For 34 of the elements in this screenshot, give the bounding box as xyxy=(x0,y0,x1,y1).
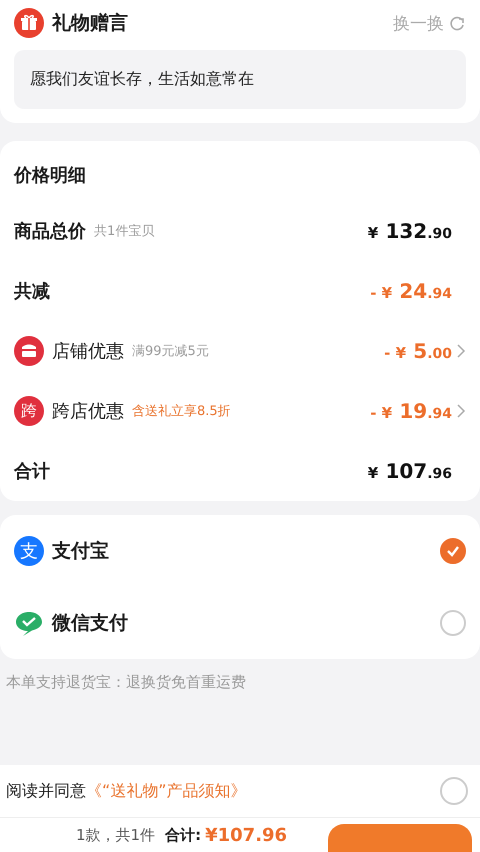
alipay-badge: 支 xyxy=(14,536,44,566)
row-label: 共减 xyxy=(14,280,50,303)
radio-button[interactable] xyxy=(440,538,466,564)
refresh-icon xyxy=(448,14,466,32)
item-count: 1款，共1件 xyxy=(76,826,156,844)
chevron-right-icon[interactable] xyxy=(456,403,466,419)
price-amount: ¥ 107.96 xyxy=(368,459,452,483)
gift-icon xyxy=(14,8,44,38)
agreement-text: 阅读并同意 xyxy=(6,780,86,802)
price-amount: - ¥ 24.94 xyxy=(370,279,452,303)
row-label: 商品总价 xyxy=(14,220,86,243)
payment-option[interactable]: 微信支付 xyxy=(0,587,480,659)
section-title: 礼物赠言 xyxy=(52,11,129,36)
price-amount: - ¥ 5.00 xyxy=(384,339,452,363)
radio-button[interactable] xyxy=(440,610,466,636)
section-title: 价格明细 xyxy=(12,164,87,188)
price-amount: ¥ 132.90 xyxy=(368,219,452,243)
row-note: 共1件宝贝 xyxy=(94,223,154,240)
total-price: ¥107.96 xyxy=(205,824,288,846)
submit-button[interactable] xyxy=(328,824,472,852)
chevron-right-icon[interactable] xyxy=(456,343,466,359)
return-note: 本单支持退货宝：退换货免首重运费 xyxy=(5,673,247,692)
row-label: 合计 xyxy=(14,460,50,483)
message-field[interactable]: 愿我们友谊长存，生活如意常在 xyxy=(14,50,466,109)
discount-badge: 跨 xyxy=(14,396,44,426)
row-note: 含送礼立享8.5折 xyxy=(132,403,231,420)
price-amount: - ¥ 19.94 xyxy=(370,399,452,423)
row-label: 店铺优惠 xyxy=(52,340,124,363)
row-note: 满99元减5元 xyxy=(132,343,209,360)
store-icon xyxy=(14,336,44,366)
row-label: 跨店优惠 xyxy=(52,400,124,423)
agreement-checkbox[interactable] xyxy=(440,777,468,805)
total-label: 合计: xyxy=(165,826,202,844)
payment-option[interactable]: 支 支付宝 xyxy=(0,515,480,587)
